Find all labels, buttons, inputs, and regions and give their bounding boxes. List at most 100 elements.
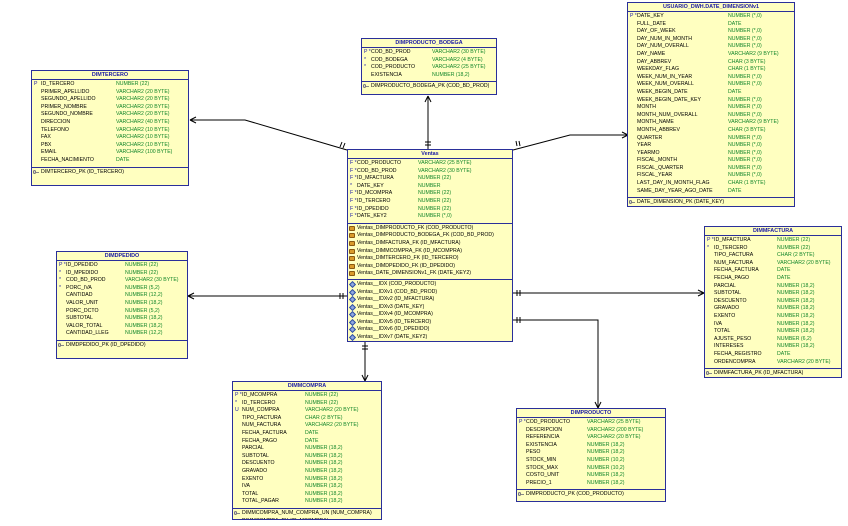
column-type: NUMBER (18,2) — [125, 299, 163, 306]
column-name: PORC_IVA — [66, 284, 92, 291]
column-list: P * ID_DPEDIDO NUMBER (22) * ID_MPEDIDO NUMBE… — [57, 261, 187, 341]
column-row: EXENTO NUMBER (18,2) — [705, 313, 841, 321]
fk-row: Ventas_DATE_DIMENSIONv1_FK (DATE_KEY2) — [348, 270, 512, 278]
column-marker: F * — [350, 167, 357, 174]
column-row: QUARTER NUMBER (*,0) — [628, 135, 794, 143]
entity-ventas[interactable]: Ventas F * COD_PRODUCTO VARCHAR2 (25 BYTE)… — [347, 149, 513, 342]
column-row: F * ID_TERCERO NUMBER (22) — [348, 198, 512, 206]
column-row: WEEK_BEGIN_DATE DATE — [628, 89, 794, 97]
column-type: NUMBER (*,0) — [728, 172, 762, 179]
column-row: CANTIDAD NUMBER (12,2) — [57, 292, 187, 300]
column-row: P * DATE_KEY NUMBER (*,0) — [628, 13, 794, 21]
key-row: DIMMCOMPRA_NUM_COMPRA_UN (NUM_COMPRA) — [233, 510, 381, 518]
column-type: NUMBER (18,2) — [305, 467, 343, 474]
column-list: P ID_TERCERO NUMBER (22) PRIMER_APELLIDO VAR… — [32, 80, 188, 168]
column-type: VARCHAR2 (20 BYTE) — [116, 96, 170, 103]
entity-dimmfactura[interactable]: DIMMFACTURA P * ID_MFACTURA NUMBER (22) * ID… — [704, 226, 842, 378]
index-icon — [348, 296, 357, 304]
column-type: NUMBER (10,2) — [587, 456, 625, 463]
column-name: FULL_DATE — [637, 20, 667, 27]
column-list: P * ID_MFACTURA NUMBER (22) * ID_TERCERO NUMB… — [705, 236, 841, 370]
key-label: Ventas_DIMDPEDIDO_FK (ID_DPEDIDO) — [357, 262, 456, 269]
column-name: SAME_DAY_YEAR_AGO_DATE — [637, 187, 713, 194]
index-row: Ventas__IDX (COD_PRODUCTO) — [348, 280, 512, 289]
column-type: CHAR (1 BYTE) — [728, 66, 766, 73]
column-name: SUBTOTAL — [714, 290, 741, 297]
index-icon — [348, 318, 357, 326]
column-type: VARCHAR2 (30 BYTE) — [432, 49, 486, 55]
column-row: DESCRIPCION VARCHAR2 (200 BYTE) — [517, 427, 665, 435]
column-type: NUMBER (18,2) — [587, 449, 625, 456]
rel-date — [512, 134, 628, 151]
column-row: U NUM_COMPRA VARCHAR2 (20 BYTE) — [233, 407, 381, 415]
column-type: NUMBER (*,0) — [728, 81, 762, 88]
column-type: DATE — [116, 156, 130, 163]
column-name: EMAIL — [41, 149, 57, 156]
column-type: NUMBER (12,2) — [125, 292, 163, 299]
column-row: F * COD_BD_PROD VARCHAR2 (30 BYTE) — [348, 168, 512, 176]
entity-dimtercero[interactable]: DIMTERCERO P ID_TERCERO NUMBER (22) PRIMER_… — [31, 70, 189, 186]
entity-date-dimension[interactable]: USUARIO_DWH.DATE_DIMENSIONv1 P * DATE_KEY… — [627, 2, 795, 207]
key-label: DIMPRODUCTO_PK (COD_PRODUCTO) — [526, 491, 624, 498]
key-label: Ventas__IDXv5 (ID_TERCERO) — [357, 318, 432, 325]
column-name: STOCK_MIN — [526, 456, 557, 463]
column-row: IVA NUMBER (18,2) — [705, 321, 841, 329]
entity-dimproducto[interactable]: DIMPRODUCTO P * COD_PRODUCTO VARCHAR2 (25 … — [516, 408, 666, 502]
entity-title: DIMTERCERO — [32, 71, 188, 80]
key-label: Ventas__IDXv4 (ID_MCOMPRA) — [357, 311, 433, 318]
column-name: DAY_ABBREV — [637, 58, 672, 65]
column-marker: F * — [350, 175, 357, 182]
entity-dimproducto-bodega[interactable]: DIMPRODUCTO_BODEGA P * COD_BD_PROD VARCHAR… — [361, 38, 497, 95]
key-label: Ventas_DIMTERCERO_FK (ID_TERCERO) — [357, 255, 459, 262]
column-marker: P * — [519, 419, 526, 425]
column-type: NUMBER (18,2) — [777, 297, 815, 304]
entity-dimmcompra[interactable]: DIMMCOMPRA P * ID_MCOMPRA NUMBER (22) * ID_T… — [232, 381, 382, 520]
column-row: WEEK_NUM_OVERALL NUMBER (*,0) — [628, 81, 794, 89]
column-name: PRECIO_1 — [526, 479, 552, 486]
column-row: NUM_FACTURA VARCHAR2 (20 BYTE) — [705, 260, 841, 268]
column-row: FECHA_NACIMIENTO DATE — [32, 157, 188, 165]
column-name: ID_MFACTURA — [714, 237, 751, 243]
column-name: DATE_KEY2 — [357, 213, 387, 220]
column-marker: U — [235, 407, 239, 414]
column-row: NUM_FACTURA VARCHAR2 (20 BYTE) — [233, 422, 381, 430]
column-name: AJUSTE_PESO — [714, 335, 752, 342]
foreign-key-icon — [349, 225, 355, 231]
column-type: VARCHAR2 (200 BYTE) — [587, 426, 644, 433]
column-marker: F * — [350, 190, 357, 197]
column-name: WEEK_NUM_IN_YEAR — [637, 73, 693, 80]
column-name: GRAVADO — [714, 305, 740, 312]
key-row: DIMPRODUCTO_BODEGA_PK (COD_BD_PROD) — [362, 83, 496, 91]
column-name: COD_PRODUCTO — [357, 160, 402, 166]
column-type: NUMBER (18,2) — [587, 441, 625, 448]
column-type: NUMBER (22) — [116, 81, 150, 87]
column-row: GRAVADO NUMBER (18,2) — [233, 468, 381, 476]
column-type: NUMBER (18,2) — [305, 460, 343, 467]
column-type: NUMBER (22) — [777, 237, 811, 243]
column-name: YEARMO — [637, 149, 660, 156]
key-row: DIMTERCERO_PK (ID_TERCERO) — [32, 169, 188, 177]
column-type: VARCHAR2 (30 BYTE) — [125, 277, 179, 284]
primary-key-icon — [33, 169, 39, 175]
column-name: MONTH — [637, 104, 657, 111]
index-icon — [348, 280, 357, 288]
column-type: VARCHAR2 (9 BYTE) — [728, 119, 779, 126]
column-type: VARCHAR2 (40 BYTE) — [116, 118, 170, 125]
key-section: DIMPRODUCTO_BODEGA_PK (COD_BD_PROD) — [362, 82, 496, 92]
column-row: P * COD_BD_PROD VARCHAR2 (30 BYTE) — [362, 49, 496, 57]
column-marker: F * — [350, 213, 357, 220]
column-name: NUM_FACTURA — [714, 259, 753, 266]
entity-dimdpedido[interactable]: DIMDPEDIDO P * ID_DPEDIDO NUMBER (22) * ID_M… — [56, 251, 188, 359]
column-name: ID_TERCERO — [357, 197, 391, 204]
column-row: DESCUENTO NUMBER (18,2) — [705, 298, 841, 306]
column-row: FECHA_FACTURA DATE — [233, 430, 381, 438]
column-row: TOTAL_PAGAR NUMBER (18,2) — [233, 498, 381, 506]
column-name: COD_BODEGA — [371, 56, 408, 63]
column-name: WEEK_BEGIN_DATE_KEY — [637, 96, 701, 103]
column-type: VARCHAR2 (30 BYTE) — [418, 167, 472, 174]
column-name: TIPO_FACTURA — [714, 252, 754, 259]
entity-title: Ventas — [348, 150, 512, 159]
column-row: * COD_PRODUCTO VARCHAR2 (25 BYTE) — [362, 64, 496, 72]
column-type: NUMBER (18,2) — [777, 320, 815, 327]
column-marker: * — [364, 64, 367, 71]
